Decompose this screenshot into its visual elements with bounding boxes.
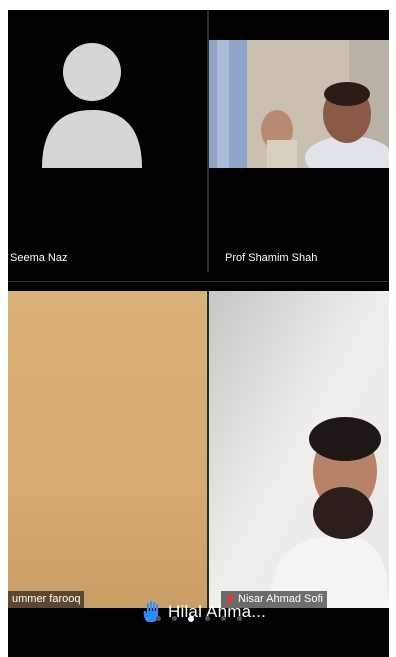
- tile-divider-vertical: [207, 10, 209, 608]
- video-frame: [209, 40, 389, 168]
- participant-name: ummer farooq: [8, 591, 85, 608]
- participant-video: [8, 291, 207, 608]
- participant-tile-prof-shamim-shah[interactable]: Prof Shamim Shah: [209, 10, 389, 272]
- participant-tile-ummer-farooq[interactable]: ummer farooq: [8, 291, 207, 608]
- video-frame: [209, 291, 389, 608]
- participant-tile-seema-naz[interactable]: Seema Naz: [8, 10, 207, 272]
- participant-tile-nisar-ahmad-sofi[interactable]: Nisar Ahmad Sofi: [209, 291, 389, 608]
- person-placeholder-icon: [42, 43, 142, 168]
- page-dot[interactable]: [171, 616, 177, 621]
- page-dot[interactable]: [155, 616, 161, 621]
- participant-name: Prof Shamim Shah: [225, 252, 318, 264]
- participant-video: [209, 40, 389, 168]
- page-dot-active[interactable]: [187, 615, 194, 622]
- page-indicator[interactable]: [8, 615, 389, 622]
- page-dot[interactable]: [204, 616, 210, 621]
- page-dot[interactable]: [220, 616, 226, 621]
- video-call-screen: Seema Naz Prof Shamim Shah ummer farooq: [8, 10, 389, 657]
- tile-divider-horizontal: [8, 272, 389, 291]
- page-dot[interactable]: [236, 616, 242, 621]
- participant-video: [209, 291, 389, 608]
- participant-name: Seema Naz: [10, 252, 68, 264]
- raised-hand-notification[interactable]: Hilal Ahma...: [142, 596, 266, 628]
